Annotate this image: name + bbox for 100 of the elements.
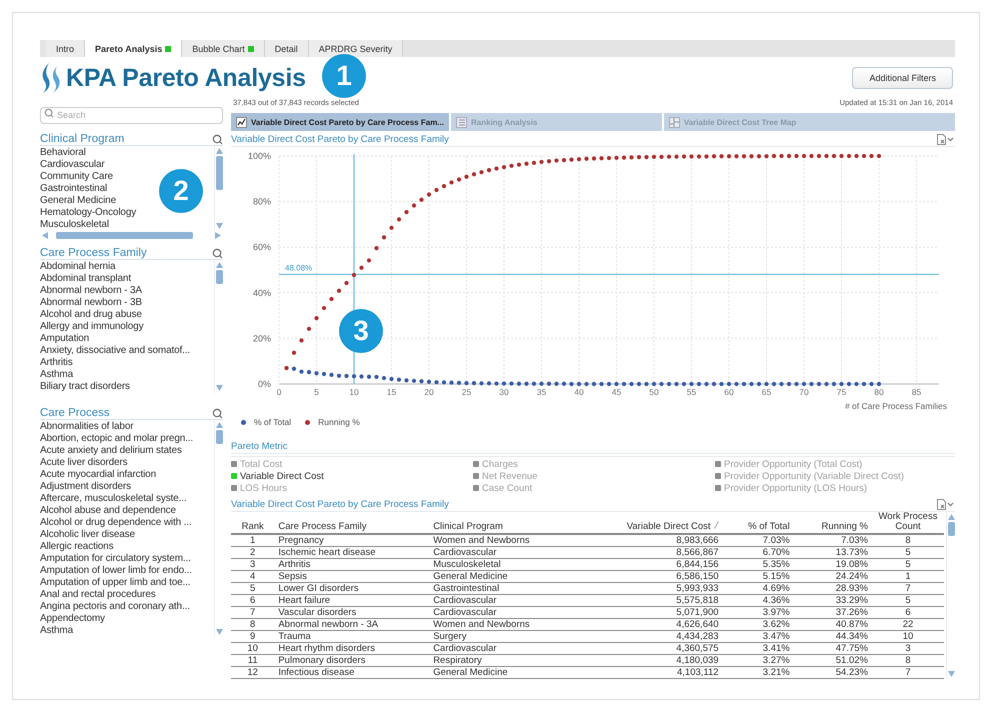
data-point	[696, 382, 702, 386]
search-icon[interactable]	[212, 248, 223, 259]
scroll-right-icon[interactable]	[215, 232, 221, 239]
scrollbar-thumb[interactable]	[56, 232, 193, 239]
filter-item[interactable]: Acute myocardial infarction	[40, 469, 156, 481]
column-header[interactable]: Care Process Family	[274, 512, 430, 534]
table-cell: Cardiovascular	[429, 594, 580, 606]
data-point	[659, 154, 664, 159]
table-cell: Cardiovascular	[429, 642, 580, 654]
scroll-up-icon[interactable]	[216, 262, 222, 268]
filter-item[interactable]: Anal and rectal procedures	[40, 589, 156, 601]
tab[interactable]: Intro	[46, 40, 86, 57]
column-header[interactable]: Rank	[231, 512, 274, 534]
filter-item[interactable]: Abnormalities of labor	[40, 421, 134, 433]
filter-item[interactable]: Alcohol or drug dependence with ...	[40, 517, 192, 529]
scrollbar[interactable]	[214, 260, 223, 393]
table-cell: Sepsis	[274, 570, 430, 582]
filter-item[interactable]: Amputation for circulatory system...	[40, 553, 191, 565]
horizontal-scrollbar[interactable]	[40, 231, 223, 240]
metric-label: Net Revenue	[482, 470, 538, 482]
scrollbar[interactable]	[214, 146, 223, 231]
view-tab[interactable]: Variable Direct Cost Pareto by Care Process Fam...	[231, 113, 449, 131]
filter-item[interactable]: Asthma	[40, 369, 74, 381]
table-cell: 4	[231, 570, 274, 582]
scroll-up-icon[interactable]	[216, 422, 222, 428]
search-icon[interactable]	[212, 134, 223, 145]
filter-item[interactable]: General Medicine	[40, 195, 116, 207]
filter-item[interactable]: Adjustment disorders	[40, 481, 131, 493]
table-cell: Respiratory	[429, 654, 580, 666]
column-header[interactable]: Clinical Program	[429, 512, 580, 534]
filter-item[interactable]: Cardiovascular	[40, 159, 105, 171]
scrollbar[interactable]	[946, 512, 955, 679]
data-point	[524, 162, 529, 166]
column-header[interactable]: % of Total	[722, 512, 794, 534]
filter-item[interactable]: Alcoholic liver disease	[40, 529, 135, 541]
filter-item[interactable]: Alcohol and drug abuse	[40, 309, 142, 321]
filter-item[interactable]: Abdominal transplant	[40, 273, 131, 285]
scroll-down-icon[interactable]	[216, 385, 222, 391]
column-header[interactable]: Work Process Count	[872, 512, 944, 534]
additional-filters-button[interactable]: Additional Filters	[852, 67, 953, 89]
table-title: Variable Direct Cost Pareto by Care Process Family	[231, 499, 449, 510]
filter-item[interactable]: Acute anxiety and delirium states	[40, 445, 182, 457]
filter-item[interactable]: Asthma	[40, 625, 74, 637]
scroll-down-icon[interactable]	[948, 671, 954, 677]
filter-item[interactable]: Abnormal newborn - 3B	[40, 297, 142, 309]
data-point	[404, 378, 409, 382]
scroll-up-icon[interactable]	[216, 148, 222, 154]
scrollbar[interactable]	[214, 420, 223, 637]
scroll-left-icon[interactable]	[42, 232, 48, 239]
scroll-up-icon[interactable]	[948, 514, 954, 520]
data-point	[712, 382, 716, 386]
scrollbar-thumb[interactable]	[216, 430, 222, 444]
filter-item[interactable]: Gastrointestinal	[40, 183, 108, 195]
export-button[interactable]	[937, 499, 955, 510]
filter-item[interactable]: Aftercare, musculoskeletal syste...	[40, 493, 186, 505]
data-point	[352, 272, 356, 278]
data-point	[794, 382, 799, 386]
scrollbar-thumb[interactable]	[216, 156, 222, 190]
tab[interactable]: Detail	[264, 40, 309, 57]
tab[interactable]: APRDRG Severity	[308, 40, 404, 57]
data-point	[606, 382, 612, 386]
filter-item[interactable]: Hematology-Oncology	[40, 207, 136, 219]
filter-item[interactable]: Behavioral	[40, 147, 86, 159]
filter-item[interactable]: Acute liver disorders	[40, 457, 128, 469]
table-cell: 5,575,818	[579, 594, 723, 606]
filter-item[interactable]: Abdominal hernia	[40, 261, 116, 273]
data-point	[569, 382, 574, 386]
data-point	[546, 382, 552, 386]
tab[interactable]: Bubble Chart	[182, 40, 265, 57]
filter-item[interactable]: Abortion, ectopic and molar pregn...	[40, 433, 194, 445]
column-header[interactable]: Running %	[794, 512, 872, 534]
filter-item[interactable]: Amputation of lower limb for endo...	[40, 565, 192, 577]
tab[interactable]: Pareto Analysis	[85, 40, 182, 57]
filter-item[interactable]: Appendectomy	[40, 613, 105, 625]
filter-item[interactable]: Arthritis	[40, 357, 73, 369]
table-cell: 2	[231, 546, 274, 558]
search-icon[interactable]	[212, 408, 223, 419]
export-button[interactable]	[937, 134, 955, 145]
search-field[interactable]: Search	[40, 106, 223, 124]
column-header[interactable]: Variable Direct Cost	[579, 512, 723, 534]
filter-item[interactable]: Community Care	[40, 171, 113, 183]
sort-icon	[714, 521, 719, 529]
scrollbar-thumb[interactable]	[216, 270, 222, 284]
filter-item[interactable]: Allergic reactions	[40, 541, 114, 553]
scroll-down-icon[interactable]	[216, 629, 222, 635]
filter-item[interactable]: Anxiety, dissociative and somatof...	[40, 345, 190, 357]
metric-option[interactable]: Variable Direct Cost	[231, 470, 473, 482]
filter-item[interactable]: Abnormal newborn - 3A	[40, 285, 142, 297]
filter-item[interactable]: Amputation of upper limb and toe...	[40, 577, 190, 589]
filter-item[interactable]: Musculoskeletal	[40, 219, 109, 231]
filter-item[interactable]: Alcohol abuse and dependence	[40, 505, 176, 517]
data-point	[749, 154, 754, 158]
data-point	[734, 154, 739, 158]
filter-item[interactable]: Allergy and immunology	[40, 321, 144, 333]
filter-item[interactable]: Biliary tract disorders	[40, 381, 130, 393]
filter-item[interactable]: Angina pectoris and coronary ath...	[40, 601, 190, 613]
scroll-down-icon[interactable]	[216, 223, 222, 229]
filter-item[interactable]: Amputation	[40, 333, 90, 345]
scrollbar-thumb[interactable]	[948, 522, 954, 536]
data-point	[374, 246, 379, 250]
